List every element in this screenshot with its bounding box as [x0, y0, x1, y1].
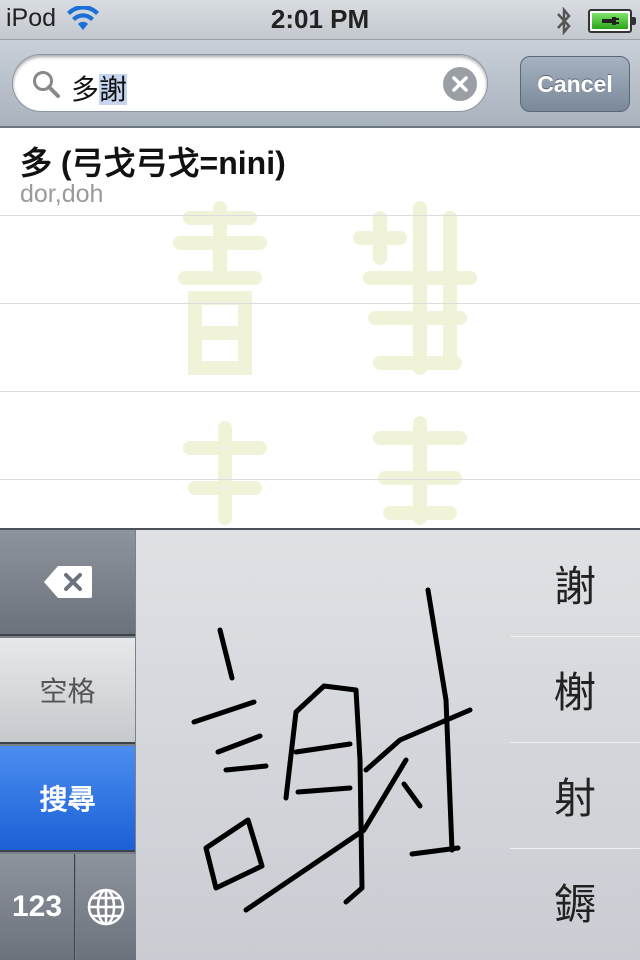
keyboard-function-keys: 空格 搜尋 123 [0, 530, 136, 960]
results-list: 多 (弓戈弓戈=nini) dor,doh [0, 128, 640, 528]
search-key[interactable]: 搜尋 [0, 746, 135, 852]
backspace-icon [43, 566, 92, 598]
result-title: 多 (弓戈弓戈=nini) [20, 145, 286, 181]
cancel-button[interactable]: Cancel [520, 56, 630, 112]
empty-row [0, 392, 640, 480]
search-query-marked: 謝 [99, 74, 128, 105]
candidate-item[interactable]: 謝 [510, 530, 640, 636]
candidate-item[interactable]: 射 [510, 742, 640, 848]
search-input[interactable]: 多謝 [12, 54, 488, 112]
candidate-item[interactable]: 鎒 [510, 848, 640, 954]
search-bar: 多謝 Cancel [0, 40, 640, 128]
result-subtitle: dor,doh [20, 180, 104, 208]
clock: 2:01 PM [270, 4, 370, 34]
battery-charging-icon [588, 9, 636, 33]
globe-key[interactable] [76, 854, 136, 960]
numbers-key[interactable]: 123 [0, 854, 75, 960]
empty-row [0, 304, 640, 392]
bluetooth-icon [557, 6, 571, 36]
close-icon [452, 76, 468, 92]
handwritten-stroke [191, 587, 473, 913]
globe-icon [87, 888, 125, 926]
delete-key[interactable] [0, 530, 135, 636]
search-query-committed: 多 [71, 74, 100, 105]
candidate-list: 謝 榭 射 鎒 [510, 530, 640, 960]
clear-search-button[interactable] [443, 67, 477, 101]
candidate-item[interactable]: 榭 [510, 636, 640, 742]
empty-row [0, 216, 640, 304]
handwriting-canvas[interactable] [136, 530, 510, 960]
search-icon [33, 71, 60, 98]
handwriting-keyboard: 空格 搜尋 123 謝 榭 射 鎒 [0, 528, 640, 960]
list-item[interactable]: 多 (弓戈弓戈=nini) dor,doh [0, 128, 640, 216]
space-key[interactable]: 空格 [0, 638, 135, 744]
search-query: 多謝 [71, 68, 128, 108]
status-bar: iPod 2:01 PM [0, 0, 640, 40]
